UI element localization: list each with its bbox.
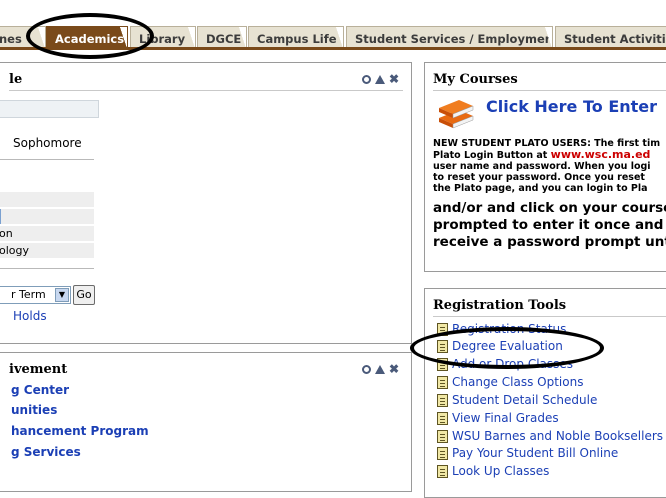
panel-header: Registration Tools [433, 297, 666, 317]
profile-row [0, 192, 94, 207]
look-up-classes-link[interactable]: Look Up Classes [437, 462, 549, 480]
plato-notice: NEW STUDENT PLATO USERS: The first tim P… [433, 138, 660, 194]
plato-url-link[interactable]: www.wsc.ma.ed [551, 148, 651, 161]
go-button[interactable]: Go [73, 285, 95, 305]
notice-line: Plato Login Button at www.wsc.ma.ed [433, 148, 651, 161]
panel-title: le [9, 72, 23, 87]
class-level: Sophomore [13, 136, 82, 150]
student-profile-panel: le ✖ Sophomore on ology r Term ▼ Go Hold… [0, 62, 412, 344]
document-icon [437, 339, 448, 353]
document-icon [437, 446, 448, 460]
document-icon [437, 375, 448, 389]
my-courses-panel: My Courses Click Here To Enter NEW STUDE… [424, 62, 666, 272]
tab-rule [0, 47, 666, 50]
term-select[interactable]: r Term ▼ [0, 286, 71, 304]
panel-title: ivement [9, 362, 68, 377]
panel-title: My Courses [433, 72, 518, 87]
notice-line: user name and password. When you logi [433, 161, 651, 172]
achievement-panel: ivement ✖ g Center unities hancement Pro… [0, 352, 412, 492]
close-icon[interactable]: ✖ [389, 73, 399, 85]
registration-status-link[interactable]: Registration Status [437, 320, 566, 338]
document-icon [437, 411, 448, 425]
panel-header: le ✖ [9, 71, 403, 91]
bookseller-link[interactable]: WSU Barnes and Noble Booksellers [437, 427, 663, 445]
holds-link[interactable]: Holds [13, 309, 47, 323]
search-icon[interactable] [361, 364, 371, 374]
divider [0, 159, 94, 160]
close-icon[interactable]: ✖ [389, 363, 399, 375]
achievement-link[interactable]: unities [11, 403, 57, 417]
panel-header: ivement ✖ [9, 361, 403, 381]
achievement-link[interactable]: g Services [11, 445, 81, 459]
chevron-down-icon[interactable]: ▼ [55, 288, 69, 302]
notice-line: prompted to enter it once and [433, 217, 664, 233]
document-icon [437, 429, 448, 443]
divider [0, 268, 94, 269]
profile-row: ology [0, 243, 94, 258]
notice-line: and/or and click on your course [433, 200, 666, 216]
change-class-options-link[interactable]: Change Class Options [437, 373, 583, 391]
view-final-grades-link[interactable]: View Final Grades [437, 409, 559, 427]
degree-evaluation-link[interactable]: Degree Evaluation [437, 337, 563, 355]
panel-controls: ✖ [361, 73, 399, 85]
profile-row: on [0, 226, 94, 241]
pay-student-bill-link[interactable]: Pay Your Student Bill Online [437, 444, 618, 462]
student-detail-schedule-link[interactable]: Student Detail Schedule [437, 391, 597, 409]
search-icon[interactable] [361, 74, 371, 84]
add-drop-classes-link[interactable]: Add or Drop Classes [437, 355, 573, 373]
achievement-link[interactable]: hancement Program [11, 424, 149, 438]
panel-controls: ✖ [361, 363, 399, 375]
document-icon [437, 464, 448, 478]
tab-bar: nes Academics Library DGCE Campus Life S… [0, 26, 666, 50]
notice-line: receive a password prompt unt [433, 234, 666, 250]
document-icon [437, 393, 448, 407]
panel-title: Registration Tools [433, 298, 567, 313]
panel-header: My Courses [433, 71, 666, 91]
notice-line: to reset your password. Once you reset [433, 172, 645, 183]
achievement-link[interactable]: g Center [11, 383, 69, 397]
document-icon [437, 322, 448, 336]
notice-line: the Plato page, and you can login to Pla [433, 183, 648, 194]
minimize-icon[interactable] [374, 364, 385, 374]
book-stack-icon[interactable] [435, 96, 477, 130]
document-icon [437, 357, 448, 371]
plato-notice-emphasis: and/or and click on your course prompted… [433, 200, 666, 251]
info-bar [0, 100, 99, 118]
enter-courses-link[interactable]: Click Here To Enter [486, 97, 657, 116]
profile-row [0, 209, 94, 224]
minimize-icon[interactable] [374, 74, 385, 84]
